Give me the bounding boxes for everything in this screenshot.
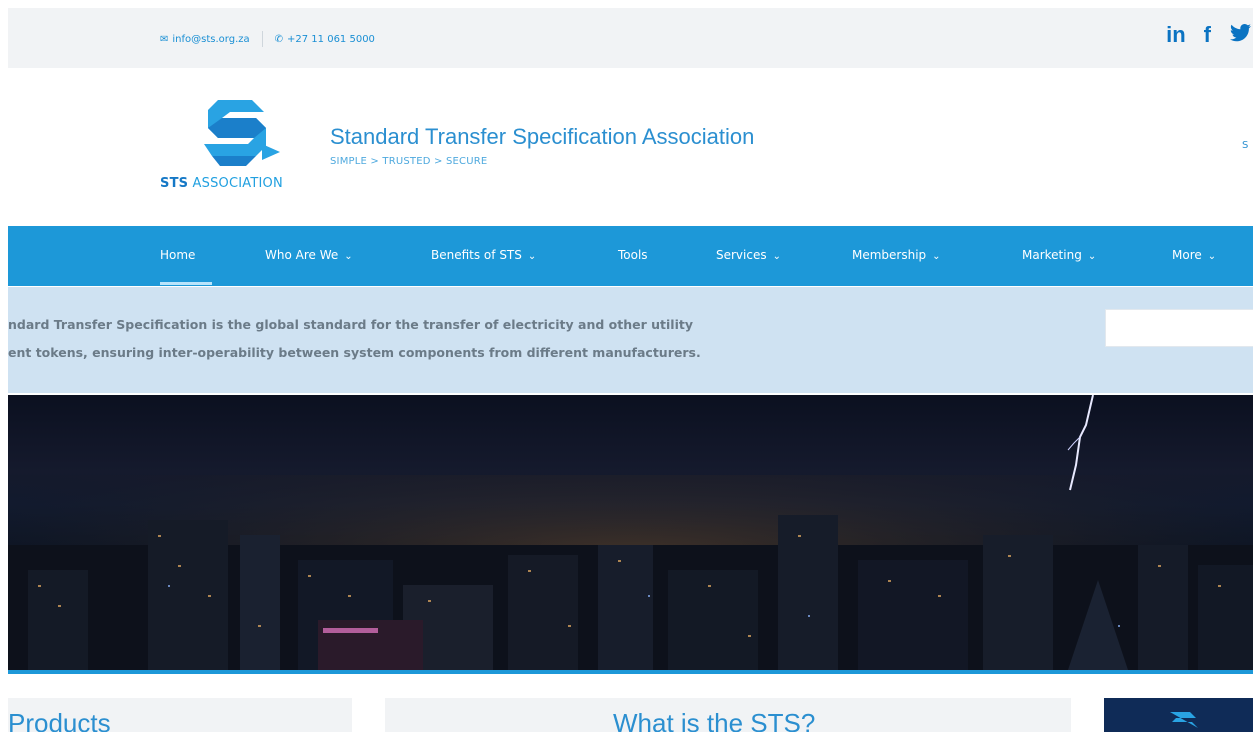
phone-link[interactable]: +27 11 061 5000 (287, 34, 375, 45)
sts-logo-small (1170, 712, 1198, 728)
email-icon: ✉ (160, 33, 169, 45)
nav-label: Membership (852, 248, 927, 262)
nav-label: Home (160, 248, 196, 262)
chevron-down-icon: ⌄ (772, 251, 781, 262)
nav-item-tools[interactable]: Tools (618, 248, 648, 262)
chevron-down-icon: ⌄ (1207, 251, 1217, 262)
sts-logo[interactable] (200, 100, 282, 170)
twitter-icon[interactable] (1229, 22, 1253, 50)
products-heading: Products (8, 708, 111, 732)
linkedin-icon[interactable]: in (1166, 22, 1186, 50)
contact-info: ✉ info@sts.org.za ✆ +27 11 061 5000 (160, 31, 375, 47)
intro-line-1: ndard Transfer Specification is the glob… (8, 317, 693, 332)
intro-line-2: ent tokens, ensuring inter-operability b… (8, 345, 701, 360)
nav-item-membership[interactable]: Membership ⌄ (852, 248, 941, 262)
email-link[interactable]: info@sts.org.za (172, 34, 249, 45)
phone-icon: ✆ (274, 33, 284, 45)
main-nav: Home Who Are We ⌄ Benefits of STS ⌄ Tools … (8, 226, 1253, 286)
nav-item-marketing[interactable]: Marketing ⌄ (1022, 248, 1096, 262)
nav-label: More (1172, 248, 1202, 262)
chevron-down-icon: ⌄ (527, 251, 537, 262)
contact-divider (261, 31, 263, 47)
products-section: Products (8, 698, 352, 732)
active-nav-indicator (160, 282, 212, 285)
nav-label: Marketing (1022, 248, 1082, 262)
logo-text-bold: STS (160, 176, 189, 191)
nav-label: Benefits of STS (431, 248, 522, 262)
nav-item-services[interactable]: Services ⌄ (716, 248, 781, 262)
city-skyline-illustration (8, 395, 1253, 670)
nav-label: Tools (618, 248, 648, 262)
social-links: in f (1166, 22, 1253, 50)
what-is-sts-section: What is the STS? (385, 698, 1071, 732)
chevron-down-icon: ⌄ (932, 251, 941, 262)
hero-image (8, 395, 1253, 670)
nav-item-home[interactable]: Home (160, 248, 195, 262)
site-title[interactable]: Standard Transfer Specification Associat… (330, 124, 754, 150)
chevron-down-icon: ⌄ (1087, 251, 1097, 262)
site-tagline: SIMPLE > TRUSTED > SECURE (330, 156, 488, 167)
logo-text: ASSOCIATION (192, 176, 283, 191)
chevron-down-icon: ⌄ (344, 251, 353, 262)
logo-caption: STS ASSOCIATION (160, 176, 283, 191)
search-input[interactable] (1105, 309, 1253, 347)
nav-label: Services (716, 248, 767, 262)
top-contact-bar: ✉ info@sts.org.za ✆ +27 11 061 5000 in f (8, 8, 1253, 68)
promo-panel[interactable] (1104, 698, 1253, 732)
nav-item-more[interactable]: More ⌄ (1172, 248, 1216, 262)
what-is-sts-heading: What is the STS? (613, 708, 816, 732)
nav-label: Who Are We (265, 248, 339, 262)
hero-divider (8, 670, 1253, 674)
nav-item-benefits[interactable]: Benefits of STS ⌄ (431, 248, 536, 262)
facebook-icon[interactable]: f (1204, 22, 1211, 50)
intro-band: ndard Transfer Specification is the glob… (8, 287, 1253, 393)
nav-item-who-are-we[interactable]: Who Are We ⌄ (265, 248, 353, 262)
header-right-text[interactable]: S (1242, 140, 1248, 151)
